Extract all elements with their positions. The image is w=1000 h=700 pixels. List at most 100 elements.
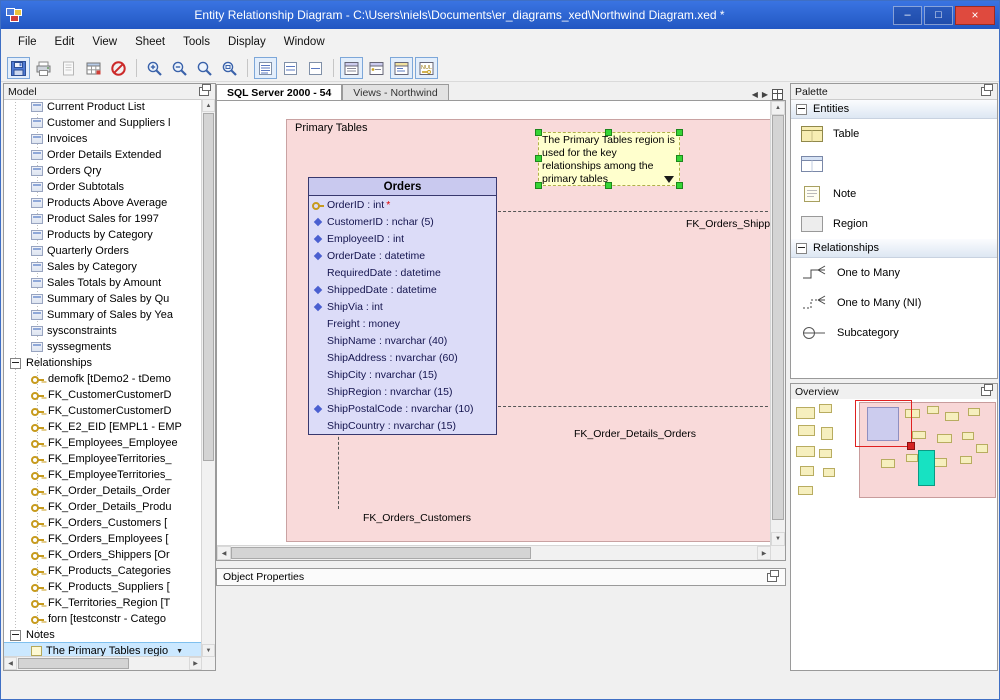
tree-node-relationships[interactable]: Relationships [4,355,202,371]
table-field[interactable]: ShipVia : int [309,298,496,315]
collapse-icon[interactable] [10,630,21,641]
scroll-right-arrow[interactable]: ▶ [189,657,202,670]
zoom-in-button[interactable] [143,57,166,79]
print-button[interactable] [32,57,55,79]
selection-handle[interactable] [676,155,683,162]
table-field[interactable]: ShipName : nvarchar (40) [309,332,496,349]
maximize-button[interactable]: □ [924,6,953,25]
table-field[interactable]: ShipCountry : nvarchar (15) [309,417,496,434]
undock-icon[interactable] [199,87,209,96]
table-field[interactable]: ShippedDate : datetime [309,281,496,298]
view-compact-button[interactable] [304,57,327,79]
palette-section-relationships[interactable]: Relationships [791,239,997,258]
overview-map[interactable] [791,399,997,670]
table-title[interactable]: Orders [309,178,496,196]
table-field[interactable]: ShipPostalCode : nvarchar (10) [309,400,496,417]
orders-table[interactable]: Orders OrderID : int * CustomerID : ncha… [308,177,497,435]
tree-item-relationship[interactable]: FK_Orders_Customers [ [4,515,202,531]
table-field[interactable]: CustomerID : nchar (5) [309,213,496,230]
print-preview-button[interactable] [57,57,80,79]
tab-views-northwind[interactable]: Views - Northwind [342,84,448,100]
save-button[interactable] [7,57,30,79]
tree-item-relationship[interactable]: FK_EmployeeTerritories_ [4,467,202,483]
menu-item[interactable]: Edit [46,32,84,52]
tree-item-relationship[interactable]: FK_Orders_Employees [ [4,531,202,547]
palette-item-one-to-many-ni[interactable]: One to Many (NI) [791,288,997,318]
tree-item-relationship[interactable]: FK_Territories_Region [T [4,595,202,611]
sheet-list-icon[interactable] [772,89,783,100]
tree-item-view[interactable]: Products by Category [4,227,202,243]
tree-node-notes[interactable]: Notes [4,627,202,643]
table-field[interactable]: ShipRegion : nvarchar (15) [309,383,496,400]
scroll-left-arrow[interactable]: ◀ [217,546,231,560]
table-field[interactable]: ShipAddress : nvarchar (60) [309,349,496,366]
scrollbar-thumb[interactable] [18,658,129,669]
note-shape[interactable]: The Primary Tables region is used for th… [538,132,680,186]
show-keys-button[interactable] [365,57,388,79]
tree-item-view[interactable]: Sales Totals by Amount [4,275,202,291]
palette-item-one-to-many[interactable]: One to Many [791,258,997,288]
scroll-up-arrow[interactable]: ▲ [202,99,215,112]
tree-item-relationship[interactable]: FK_CustomerCustomerD [4,403,202,419]
show-attributes-button[interactable] [340,57,363,79]
palette-item-note[interactable]: Note [791,179,997,209]
tree-vertical-scrollbar[interactable]: ▲ ▼ [201,99,215,657]
diagram-canvas[interactable]: Primary Tables FK_Orders_ShippersFK_Orde… [216,100,786,561]
table-field[interactable]: EmployeeID : int [309,230,496,247]
menu-item[interactable]: Tools [174,32,219,52]
selection-handle[interactable] [676,129,683,136]
collapse-icon[interactable] [796,104,807,115]
tree-item-view[interactable]: Invoices [4,131,202,147]
tree-item-view[interactable]: Products Above Average [4,195,202,211]
selection-handle[interactable] [535,155,542,162]
scroll-up-arrow[interactable]: ▲ [771,101,785,115]
tree-item-relationship[interactable]: FK_E2_EID [EMPL1 - EMP [4,419,202,435]
title-bar[interactable]: Entity Relationship Diagram - C:\Users\n… [1,1,999,29]
tree-item-view[interactable]: Summary of Sales by Yea [4,307,202,323]
scroll-left-arrow[interactable]: ◀ [4,657,17,670]
object-properties-panel[interactable]: Object Properties [216,568,786,586]
palette-item-table[interactable]: Table [791,119,997,149]
canvas-vertical-scrollbar[interactable]: ▲ ▼ [770,101,785,546]
table-field[interactable]: OrderDate : datetime [309,247,496,264]
close-button[interactable]: × [955,6,995,25]
selection-handle[interactable] [605,182,612,189]
tab-scroll-left-arrow[interactable]: ◀ [752,90,758,99]
tree-item-view[interactable]: sysconstraints [4,323,202,339]
canvas-horizontal-scrollbar[interactable]: ◀ ▶ [217,545,771,560]
menu-item[interactable]: File [9,32,46,52]
tree-item-view[interactable]: Summary of Sales by Qu [4,291,202,307]
tree-item-relationship[interactable]: FK_Order_Details_Order [4,483,202,499]
tree-item-relationship[interactable]: FK_Products_Categories [4,563,202,579]
relationship-label[interactable]: FK_Order_Details_Orders [574,428,696,440]
tree-item-view[interactable]: Sales by Category [4,259,202,275]
menu-item[interactable]: Display [219,32,275,52]
scroll-down-arrow[interactable]: ▼ [771,532,785,546]
view-detailed-button[interactable] [254,57,277,79]
palette-item-region[interactable]: Region [791,209,997,239]
tree-item-relationship[interactable]: forn [testconstr - Catego [4,611,202,627]
show-datatypes-button[interactable] [390,57,413,79]
scroll-down-arrow[interactable]: ▼ [202,644,215,657]
collapse-icon[interactable] [796,243,807,254]
relationship-line[interactable] [498,406,773,407]
menu-item[interactable]: View [83,32,126,52]
selection-handle[interactable] [605,129,612,136]
tab-scroll-right-arrow[interactable]: ▶ [762,90,768,99]
undock-icon[interactable] [981,387,991,396]
zoom-fit-button[interactable] [218,57,241,79]
tree-item-view[interactable]: syssegments [4,339,202,355]
tree-item-view[interactable]: Current Product List [4,99,202,115]
tree-item-relationship[interactable]: FK_Products_Suppliers [ [4,579,202,595]
database-properties-button[interactable] [82,57,105,79]
relationship-line[interactable] [338,432,339,509]
tree-item-relationship[interactable]: FK_Order_Details_Produ [4,499,202,515]
selection-handle[interactable] [535,182,542,189]
show-nullable-button[interactable]: NUL [415,57,438,79]
tree-item-relationship[interactable]: FK_Orders_Shippers [Or [4,547,202,563]
zoom-out-button[interactable] [168,57,191,79]
tree-item-note-selected[interactable]: The Primary Tables regio ▼ [4,643,202,657]
tree-item-view[interactable]: Customer and Suppliers l [4,115,202,131]
selection-handle[interactable] [676,182,683,189]
tree-item-view[interactable]: Product Sales for 1997 [4,211,202,227]
